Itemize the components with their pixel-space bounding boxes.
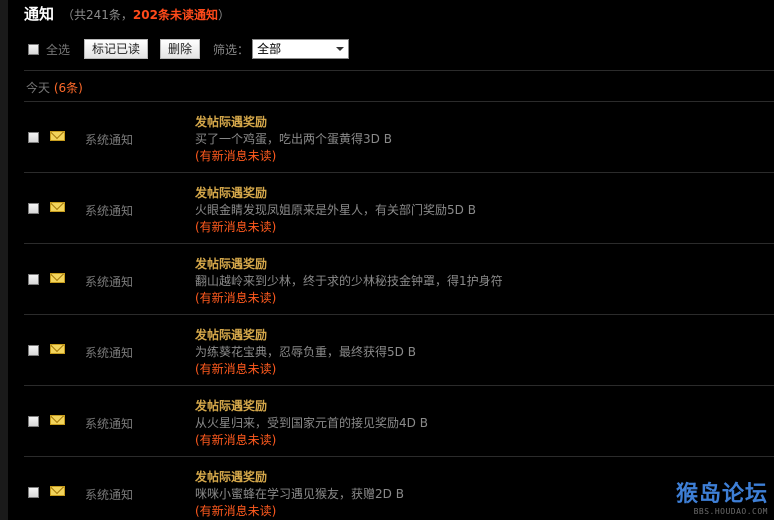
watermark-url: BBS.HOUDAO.COM	[693, 507, 768, 516]
notification-subject[interactable]: 发帖际遇奖励	[195, 256, 503, 273]
notification-row: 系统通知 发帖际遇奖励 从火星归来，受到国家元首的接见奖励4D B (有新消息未…	[24, 385, 774, 456]
group-count: (6条)	[53, 81, 83, 95]
notification-content: 发帖际遇奖励 咪咪小蜜蜂在学习遇见猴友，获赠2D B (有新消息未读)	[195, 469, 404, 520]
notification-summary: （共241条，202条未读通知）	[62, 6, 230, 23]
row-checkbox[interactable]	[28, 416, 39, 427]
notification-row: 系统通知 发帖际遇奖励 为练葵花宝典，忍辱负重，最终获得5D B (有新消息未读…	[24, 314, 774, 385]
row-checkbox[interactable]	[28, 274, 39, 285]
row-checkbox[interactable]	[28, 487, 39, 498]
sender: 系统通知	[85, 275, 134, 289]
left-border-strip	[0, 0, 8, 520]
unread-status: (有新消息未读)	[195, 362, 277, 376]
notification-row: 系统通知 发帖际遇奖励 咪咪小蜜蜂在学习遇见猴友，获赠2D B (有新消息未读)	[24, 456, 774, 520]
notification-body: 从火星归来，受到国家元首的接见奖励4D B	[195, 416, 428, 430]
sender: 系统通知	[85, 417, 134, 431]
notification-body: 为练葵花宝典，忍辱负重，最终获得5D B	[195, 345, 416, 359]
sender: 系统通知	[85, 133, 134, 147]
group-header: 今天 (6条)	[26, 79, 83, 96]
notification-subject[interactable]: 发帖际遇奖励	[195, 398, 428, 415]
sender: 系统通知	[85, 488, 134, 502]
notification-subject[interactable]: 发帖际遇奖励	[195, 327, 416, 344]
filter-select[interactable]: 全部	[252, 39, 350, 59]
notification-subject[interactable]: 发帖际遇奖励	[195, 469, 404, 486]
unread-status: (有新消息未读)	[195, 149, 277, 163]
mail-icon	[50, 202, 65, 212]
notification-subject[interactable]: 发帖际遇奖励	[195, 185, 476, 202]
notification-body: 买了一个鸡蛋，吃出两个蛋黄得3D B	[195, 132, 392, 146]
mail-icon	[50, 131, 65, 141]
unread-status: (有新消息未读)	[195, 291, 277, 305]
notification-body: 咪咪小蜜蜂在学习遇见猴友，获赠2D B	[195, 487, 404, 501]
mark-read-button[interactable]: 标记已读	[84, 39, 149, 59]
mail-icon	[50, 486, 65, 496]
unread-count: 202条未读通知	[132, 8, 218, 22]
toolbar-divider	[24, 70, 774, 71]
mail-icon	[50, 273, 65, 283]
notification-content: 发帖际遇奖励 从火星归来，受到国家元首的接见奖励4D B (有新消息未读)	[195, 398, 428, 449]
notification-content: 发帖际遇奖励 翻山越岭来到少林，终于求的少林秘技金钟罩，得1护身符 (有新消息未…	[195, 256, 503, 307]
notification-body: 翻山越岭来到少林，终于求的少林秘技金钟罩，得1护身符	[195, 274, 503, 288]
notification-subject[interactable]: 发帖际遇奖励	[195, 114, 392, 131]
row-checkbox[interactable]	[28, 203, 39, 214]
notification-row: 系统通知 发帖际遇奖励 翻山越岭来到少林，终于求的少林秘技金钟罩，得1护身符 (…	[24, 243, 774, 314]
filter-select-value: 全部	[257, 42, 282, 56]
filter-label: 筛选：	[213, 42, 250, 57]
notification-content: 发帖际遇奖励 买了一个鸡蛋，吃出两个蛋黄得3D B (有新消息未读)	[195, 114, 392, 165]
site-watermark: 猴岛论坛 BBS.HOUDAO.COM	[675, 482, 768, 517]
summary-prefix: （共241条，	[62, 8, 133, 22]
toolbar: 全选 标记已读 删除 筛选： 全部	[28, 38, 350, 60]
page-title: 通知	[24, 5, 55, 23]
sender: 系统通知	[85, 204, 134, 218]
chevron-down-icon	[336, 47, 345, 51]
unread-status: (有新消息未读)	[195, 220, 277, 234]
select-all-label[interactable]: 全选	[46, 41, 70, 58]
select-all-checkbox[interactable]	[28, 43, 39, 55]
unread-status: (有新消息未读)	[195, 433, 277, 447]
notification-row: 系统通知 发帖际遇奖励 火眼金睛发现凤姐原来是外星人，有关部门奖励5D B (有…	[24, 172, 774, 243]
watermark-logo: 猴岛论坛	[675, 482, 768, 507]
notification-row: 系统通知 发帖际遇奖励 买了一个鸡蛋，吃出两个蛋黄得3D B (有新消息未读)	[24, 101, 774, 172]
notification-content: 发帖际遇奖励 为练葵花宝典，忍辱负重，最终获得5D B (有新消息未读)	[195, 327, 416, 378]
unread-status: (有新消息未读)	[195, 504, 277, 518]
page-header: 通知 （共241条，202条未读通知）	[24, 3, 230, 23]
sender: 系统通知	[85, 346, 134, 360]
summary-suffix: ）	[217, 8, 230, 22]
delete-button[interactable]: 删除	[160, 39, 201, 59]
mail-icon	[50, 344, 65, 354]
notification-content: 发帖际遇奖励 火眼金睛发现凤姐原来是外星人，有关部门奖励5D B (有新消息未读…	[195, 185, 476, 236]
row-checkbox[interactable]	[28, 132, 39, 143]
row-checkbox[interactable]	[28, 345, 39, 356]
mail-icon	[50, 415, 65, 425]
notification-page: 通知 （共241条，202条未读通知） 全选 标记已读 删除 筛选： 全部 今天…	[0, 0, 774, 520]
notification-list: 系统通知 发帖际遇奖励 买了一个鸡蛋，吃出两个蛋黄得3D B (有新消息未读) …	[24, 101, 774, 520]
group-label: 今天	[26, 81, 51, 95]
notification-body: 火眼金睛发现凤姐原来是外星人，有关部门奖励5D B	[195, 203, 476, 217]
